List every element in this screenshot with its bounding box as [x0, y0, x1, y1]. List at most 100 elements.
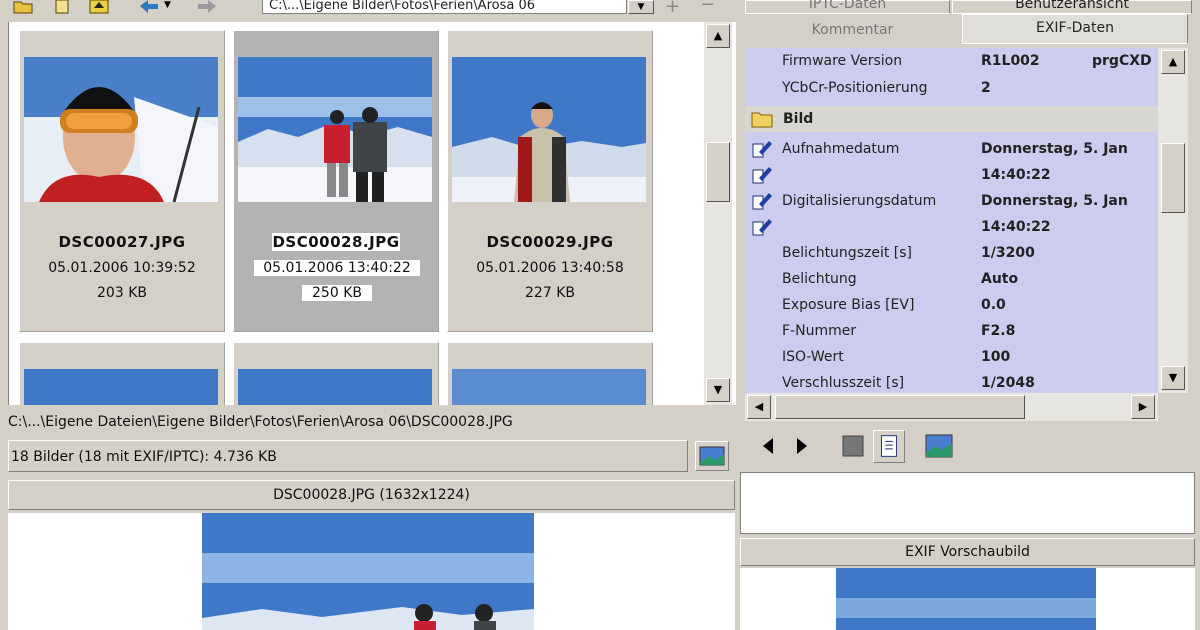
thumbnail-pane: DSC00027.JPG 05.01.2006 10:39:52 203 KB … [8, 22, 736, 405]
thumbnail-date: 05.01.2006 10:39:52 [48, 260, 196, 276]
exif-value: R1L002 [981, 53, 1040, 69]
exif-group-header[interactable]: Bild [745, 106, 1158, 132]
exif-value: Auto [981, 271, 1019, 287]
exif-row[interactable]: YCbCr-Positionierung 2 [745, 75, 1158, 101]
exif-row[interactable]: Verschlusszeit [s] 1/2048 [745, 370, 1158, 393]
exif-vertical-scrollbar[interactable]: ▲ ▼ [1158, 48, 1188, 393]
exif-row[interactable]: ISO-Wert 100 [745, 344, 1158, 370]
next-icon[interactable] [785, 430, 817, 463]
thumbnail-scrollbar[interactable]: ▲ ▼ [704, 22, 732, 405]
exif-value: 2 [981, 80, 991, 96]
exif-row[interactable]: 14:40:22 [745, 162, 1158, 188]
up-folder-icon[interactable] [88, 0, 110, 14]
exif-value: Donnerstag, 5. Jan [981, 141, 1128, 157]
thumbnail-card[interactable] [233, 342, 439, 405]
exif-label: Digitalisierungsdatum [782, 193, 937, 209]
photo-thumbnail [452, 369, 646, 405]
add-icon[interactable]: + [665, 0, 680, 17]
tab-exif[interactable]: EXIF-Daten [962, 14, 1188, 44]
landscape-image-icon [699, 446, 725, 466]
thumbnail-filename: DSC00029.JPG [486, 233, 614, 251]
remove-icon[interactable]: − [700, 0, 715, 15]
toolbar: ▼ C:\...\Eigene Bilder\Fotos\Ferien\Aros… [0, 0, 735, 22]
exif-preview-header: EXIF Vorschaubild [740, 538, 1195, 566]
thumbnail-size: 227 KB [525, 285, 575, 301]
path-combobox[interactable]: C:\...\Eigene Bilder\Fotos\Ferien\Arosa … [262, 0, 627, 14]
exif-value: F2.8 [981, 323, 1016, 339]
exif-row[interactable]: Firmware Version R1L002 prgCXD [745, 48, 1158, 74]
thumbnail-date: 05.01.2006 13:40:58 [476, 260, 624, 276]
exif-label: Firmware Version [782, 53, 903, 69]
exif-label: Belichtungszeit [s] [782, 245, 912, 261]
exif-row[interactable]: Belichtungszeit [s] 1/3200 [745, 240, 1158, 266]
new-folder-icon[interactable] [52, 0, 74, 14]
exif-row[interactable]: F-Nummer F2.8 [745, 318, 1158, 344]
landscape-image-icon[interactable] [923, 430, 955, 463]
exif-comment-area [740, 472, 1195, 534]
file-path-bar: C:\...\Eigene Dateien\Eigene Bilder\Foto… [8, 414, 513, 430]
preview-header: DSC00028.JPG (1632x1224) [8, 480, 735, 510]
scroll-up-button[interactable]: ▲ [706, 24, 730, 48]
image-preview [8, 513, 735, 630]
edit-pencil-icon [752, 219, 772, 236]
grid-view-icon[interactable] [837, 430, 869, 463]
photo-skier-standing [452, 57, 646, 202]
exif-value: 100 [981, 349, 1011, 365]
exif-horizontal-scrollbar[interactable]: ◀ ▶ [745, 393, 1158, 421]
preview-toggle-button[interactable] [695, 441, 729, 471]
scroll-left-button[interactable]: ◀ [747, 395, 771, 419]
thumbnail-card[interactable] [19, 342, 225, 405]
thumbnail-card-selected[interactable]: DSC00028.JPG 05.01.2006 13:40:22 250 KB [233, 30, 439, 332]
scrollbar-thumb[interactable] [1161, 143, 1185, 213]
chevron-down-icon[interactable]: ▼ [628, 0, 654, 14]
exif-label: ISO-Wert [782, 349, 844, 365]
exif-document-icon[interactable] [873, 430, 905, 463]
exif-group-label: Bild [783, 111, 814, 127]
exif-value: 1/3200 [981, 245, 1035, 261]
back-dropdown-icon[interactable]: ▼ [164, 0, 171, 10]
image-count-bar: 18 Bilder (18 mit EXIF/IPTC): 4.736 KB [8, 440, 688, 472]
scrollbar-thumb[interactable] [706, 142, 730, 202]
tab-user-view[interactable]: Benutzeransicht [952, 0, 1192, 14]
folder-icon [751, 112, 773, 128]
forward-arrow-icon[interactable] [196, 0, 218, 14]
tab-comment[interactable]: Kommentar [745, 17, 960, 43]
edit-pencil-icon [752, 141, 772, 158]
exif-value: 14:40:22 [981, 219, 1051, 235]
back-arrow-icon[interactable] [138, 0, 160, 14]
scrollbar-thumb[interactable] [775, 395, 1025, 419]
exif-label: F-Nummer [782, 323, 857, 339]
exif-value: prgCXD [1092, 53, 1152, 69]
scroll-down-button[interactable]: ▼ [1161, 366, 1185, 390]
thumbnail-size: 203 KB [97, 285, 147, 301]
exif-row[interactable]: Digitalisierungsdatum Donnerstag, 5. Jan [745, 188, 1158, 214]
preview-photo [202, 513, 534, 630]
exif-value: 1/2048 [981, 375, 1035, 391]
edit-pencil-icon [752, 193, 772, 210]
photo-two-hikers [238, 57, 432, 202]
scroll-down-button[interactable]: ▼ [706, 378, 730, 402]
thumbnail-date: 05.01.2006 13:40:22 [254, 260, 420, 276]
photo-thumbnail [238, 369, 432, 405]
exif-row[interactable]: 14:40:22 [745, 214, 1158, 240]
exif-preview-image-area [740, 568, 1195, 630]
exif-label: YCbCr-Positionierung [782, 80, 928, 96]
exif-nav-toolbar [745, 430, 1190, 465]
photo-thumbnail [24, 369, 218, 405]
thumbnail-card[interactable]: DSC00027.JPG 05.01.2006 10:39:52 203 KB [19, 30, 225, 332]
open-folder-icon[interactable] [12, 0, 34, 14]
exif-label: Exposure Bias [EV] [782, 297, 915, 313]
exif-row[interactable]: Belichtung Auto [745, 266, 1158, 292]
scroll-up-button[interactable]: ▲ [1161, 50, 1185, 74]
exif-row[interactable]: Aufnahmedatum Donnerstag, 5. Jan [745, 136, 1158, 162]
previous-icon[interactable] [753, 430, 785, 463]
thumbnail-filename: DSC00027.JPG [58, 233, 186, 251]
scroll-right-button[interactable]: ▶ [1131, 395, 1155, 419]
thumbnail-card[interactable] [447, 342, 653, 405]
tab-iptc[interactable]: IPTC-Daten [745, 0, 950, 14]
exif-list: Firmware Version R1L002 prgCXD YCbCr-Pos… [745, 48, 1158, 393]
thumbnail-card[interactable]: DSC00029.JPG 05.01.2006 13:40:58 227 KB [447, 30, 653, 332]
edit-pencil-icon [752, 167, 772, 184]
exif-value: 14:40:22 [981, 167, 1051, 183]
exif-row[interactable]: Exposure Bias [EV] 0.0 [745, 292, 1158, 318]
